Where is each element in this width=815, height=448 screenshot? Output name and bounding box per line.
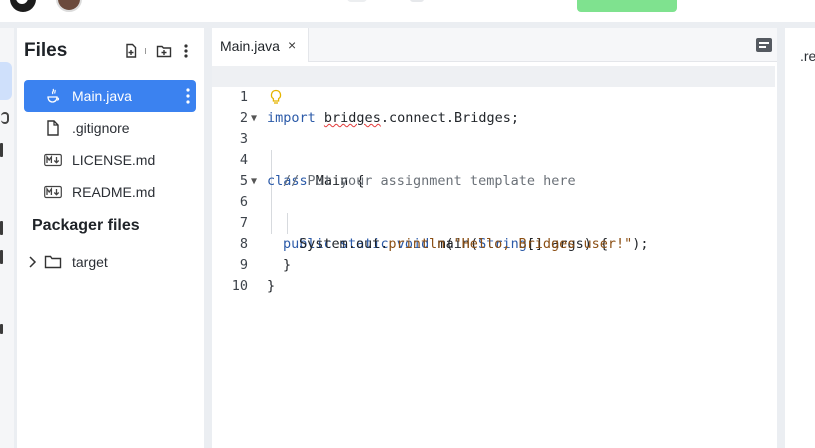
code-editor: Main.java × 1 import bridges.connect.Bri… [212, 28, 777, 448]
file-item-label: README.md [72, 184, 156, 200]
code-line[interactable]: 8 } [212, 213, 777, 273]
rail-item-marker[interactable] [0, 221, 3, 235]
run-button[interactable] [577, 0, 677, 12]
chevron-right-icon[interactable] [26, 255, 38, 269]
code-area[interactable]: 1 import bridges.connect.Bridges; 2 3 ▼ … [212, 66, 777, 448]
java-icon [47, 88, 60, 103]
rail-item-marker[interactable] [0, 250, 3, 264]
editor-menu-icon[interactable] [756, 38, 772, 52]
editor-tab-bar: Main.java × [212, 28, 777, 62]
rail-item-files[interactable] [0, 62, 12, 100]
code-line[interactable]: 7 System.out.println("Hello, Bridges use… [212, 192, 777, 252]
right-panel-label[interactable]: .re [800, 48, 815, 64]
tab-main-java[interactable]: Main.java × [212, 28, 309, 62]
left-rail [0, 28, 14, 448]
top-control[interactable] [347, 0, 367, 2]
code-line[interactable]: 10 [212, 255, 777, 294]
markdown-icon [44, 153, 62, 167]
code-line[interactable]: 3 ▼ class Main { [212, 108, 777, 189]
code-line[interactable]: 5 [212, 150, 777, 189]
packager-files-title: Packager files [32, 217, 140, 234]
rail-item-marker[interactable] [0, 324, 3, 334]
file-item-label: LICENSE.md [72, 152, 156, 168]
file-icon [47, 120, 59, 136]
app-logo-icon[interactable] [10, 0, 36, 12]
folder-item-target[interactable]: target [24, 247, 196, 277]
lightbulb-icon[interactable] [269, 89, 283, 105]
right-panel: .re [785, 28, 815, 448]
more-options-icon[interactable] [178, 43, 194, 59]
new-file-icon[interactable] [123, 43, 139, 59]
file-item-gitignore[interactable]: .gitignore [24, 112, 196, 144]
file-item-readme[interactable]: README.md [24, 176, 196, 208]
folder-item-label: target [72, 254, 108, 270]
fold-arrow-icon[interactable]: ▼ [251, 108, 257, 129]
code-line[interactable]: 2 [212, 87, 777, 126]
markdown-icon [44, 185, 62, 199]
code-line[interactable]: 4 // Put your assignment template here [212, 129, 777, 189]
close-icon[interactable]: × [288, 37, 296, 53]
fold-arrow-icon[interactable]: ▼ [251, 171, 257, 192]
file-item-label: .gitignore [72, 120, 130, 136]
code-line[interactable]: 9 } [212, 234, 777, 294]
line-number: 10 [231, 278, 248, 294]
toolbar-divider [145, 48, 146, 54]
files-panel: Files Main.java .gitignore LICENSE.md RE… [17, 28, 204, 448]
code-line[interactable]: 1 import bridges.connect.Bridges; [212, 66, 775, 126]
code-line[interactable]: 6 ▼ public static void main(String[] arg… [212, 171, 777, 252]
top-bar [0, 0, 815, 22]
rail-item-marker[interactable] [0, 143, 3, 157]
file-menu-icon[interactable] [186, 88, 190, 104]
rail-item-icon[interactable] [1, 112, 9, 124]
file-item-label: Main.java [72, 88, 132, 104]
panel-title: Files [24, 40, 68, 61]
new-folder-icon[interactable] [156, 43, 172, 59]
tab-label: Main.java [220, 38, 280, 54]
avatar[interactable] [56, 0, 82, 12]
folder-icon [44, 255, 62, 269]
file-item-license[interactable]: LICENSE.md [24, 144, 196, 176]
file-item-main-java[interactable]: Main.java [24, 80, 196, 112]
top-control-secondary[interactable] [410, 0, 424, 2]
